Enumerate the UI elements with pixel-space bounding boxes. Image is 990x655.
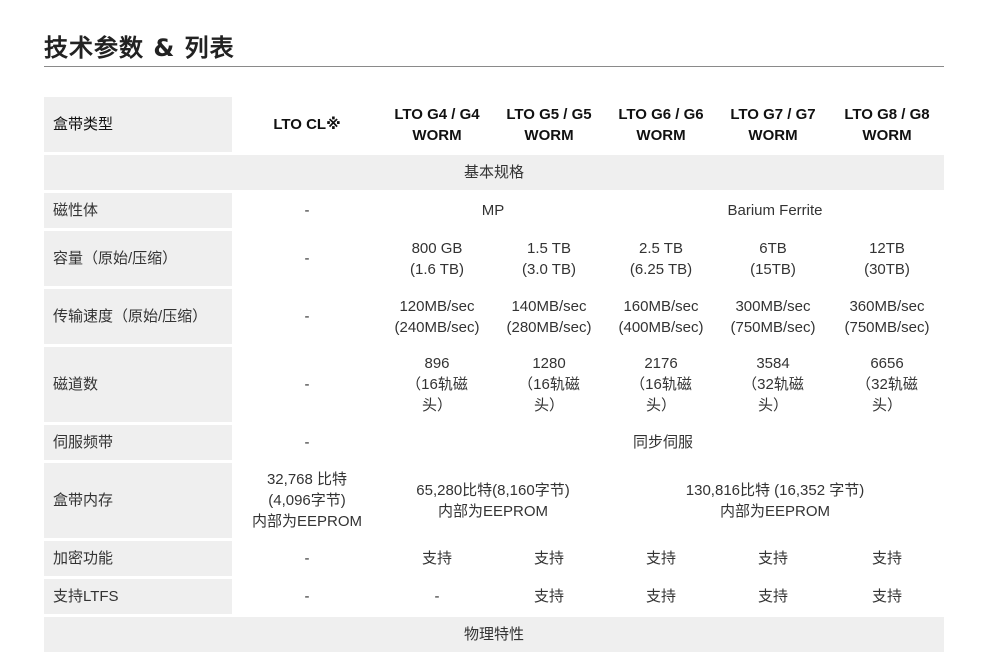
header-col-g7-text: LTO G7 / G7 WORM: [730, 105, 816, 144]
cell-memory-g6-g8: 130,816比特 (16,352 字节) 内部为EEPROM: [685, 481, 865, 520]
header-col-g8: LTO G8 / G8 WORM: [830, 97, 944, 152]
table-cell: 支持: [606, 541, 718, 576]
row-speed: 传输速度（原始/压缩） - 120MB/sec (240MB/sec) 140M…: [44, 289, 944, 344]
title-divider: [44, 66, 944, 67]
row-label: 磁性体: [44, 193, 234, 228]
table-cell: 支持: [718, 541, 830, 576]
cell-servo-sync: 同步伺服: [632, 434, 693, 451]
cell-barium-ferrite: Barium Ferrite: [727, 202, 823, 219]
table-cell: 支持: [494, 541, 606, 576]
table-cell: -: [234, 579, 382, 614]
table-cell: 支持: [494, 579, 606, 614]
table-cell: 支持: [871, 550, 902, 567]
section-physical: 物理特性: [44, 617, 944, 652]
row-label: 支持LTFS: [44, 579, 234, 614]
row-label: 加密功能: [44, 541, 234, 576]
table-cell: -: [382, 579, 494, 614]
row-label: 盒带内存: [44, 463, 234, 538]
header-row: 盒带类型 LTO CL※ LTO G4 / G4 WORM LTO G5 / G…: [44, 97, 944, 152]
header-col-g5-text: LTO G5 / G5 WORM: [506, 105, 592, 144]
cell-cl: -: [234, 425, 382, 460]
table-cell: 3584 （32轨磁 头）: [718, 347, 830, 422]
row-servo: 伺服频带 - 同步伺服: [44, 425, 944, 460]
table-cell: 300MB/sec (750MB/sec): [718, 289, 830, 344]
row-encryption: 加密功能 - 支持 支持 支持 支持 支持: [44, 541, 944, 576]
section-row-physical: 物理特性: [44, 617, 944, 652]
table-cell: 140MB/sec (280MB/sec): [494, 289, 606, 344]
table-cell: 120MB/sec (240MB/sec): [382, 289, 494, 344]
cell-cl: 32,768 比特 (4,096字节) 内部为EEPROM: [234, 463, 382, 538]
cell-memory-g4-g5: 65,280比特(8,160字节) 内部为EEPROM: [382, 463, 606, 538]
row-capacity: 容量（原始/压缩） - 800 GB (1.6 TB) 1.5 TB (3.0 …: [44, 231, 944, 286]
table-cell: -: [234, 289, 382, 344]
table-cell: 支持: [718, 579, 830, 614]
table-cell: -: [234, 541, 382, 576]
table-cell: 896 （16轨磁 头）: [382, 347, 494, 422]
table-cell: 6TB (15TB): [718, 231, 830, 286]
table-cell: 支持: [871, 588, 902, 605]
header-col-g5: LTO G5 / G5 WORM: [494, 97, 606, 152]
row-magnetic: 磁性体 - MP Barium Ferrite: [44, 193, 944, 228]
table-cell: 1280 （16轨磁 头）: [494, 347, 606, 422]
spec-table: 盒带类型 LTO CL※ LTO G4 / G4 WORM LTO G5 / G…: [44, 94, 944, 655]
row-tracks: 磁道数 - 896 （16轨磁 头） 1280 （16轨磁 头） 2176 （1…: [44, 347, 944, 422]
row-ltfs: 支持LTFS - - 支持 支持 支持 支持: [44, 579, 944, 614]
table-cell: 800 GB (1.6 TB): [382, 231, 494, 286]
table-cell: 360MB/sec (750MB/sec): [844, 297, 930, 336]
header-col-g4-text: LTO G4 / G4 WORM: [394, 105, 480, 144]
table-cell: 160MB/sec (400MB/sec): [606, 289, 718, 344]
table-cell: 1.5 TB (3.0 TB): [494, 231, 606, 286]
table-cell: 2176 （16轨磁 头）: [606, 347, 718, 422]
row-label: 磁道数: [44, 347, 234, 422]
header-col-g7: LTO G7 / G7 WORM: [718, 97, 830, 152]
table-cell: 2.5 TB (6.25 TB): [606, 231, 718, 286]
table-cell: 12TB (30TB): [864, 239, 910, 278]
row-memory: 盒带内存 32,768 比特 (4,096字节) 内部为EEPROM 65,28…: [44, 463, 944, 538]
row-label: 伺服频带: [44, 425, 234, 460]
cell-cl: -: [234, 193, 382, 228]
row-label: 容量（原始/压缩）: [44, 231, 234, 286]
header-col-g6-text: LTO G6 / G6 WORM: [618, 105, 704, 144]
table-cell: -: [234, 347, 382, 422]
header-col-g8-text: LTO G8 / G8 WORM: [844, 105, 930, 144]
section-basic: 基本规格: [44, 155, 944, 190]
header-col-g6: LTO G6 / G6 WORM: [606, 97, 718, 152]
header-label: 盒带类型: [44, 97, 234, 152]
table-cell: 支持: [606, 579, 718, 614]
row-label: 传输速度（原始/压缩）: [44, 289, 234, 344]
header-col-g4: LTO G4 / G4 WORM: [382, 97, 494, 152]
table-cell: 6656 （32轨磁 头）: [856, 355, 918, 414]
section-row-basic: 基本规格: [44, 155, 944, 190]
page-title: 技术参数 & 列表: [44, 34, 235, 62]
table-cell: -: [234, 231, 382, 286]
header-col-lto-cl: LTO CL※: [234, 97, 382, 152]
table-cell: 支持: [382, 541, 494, 576]
cell-mp: MP: [382, 193, 606, 228]
